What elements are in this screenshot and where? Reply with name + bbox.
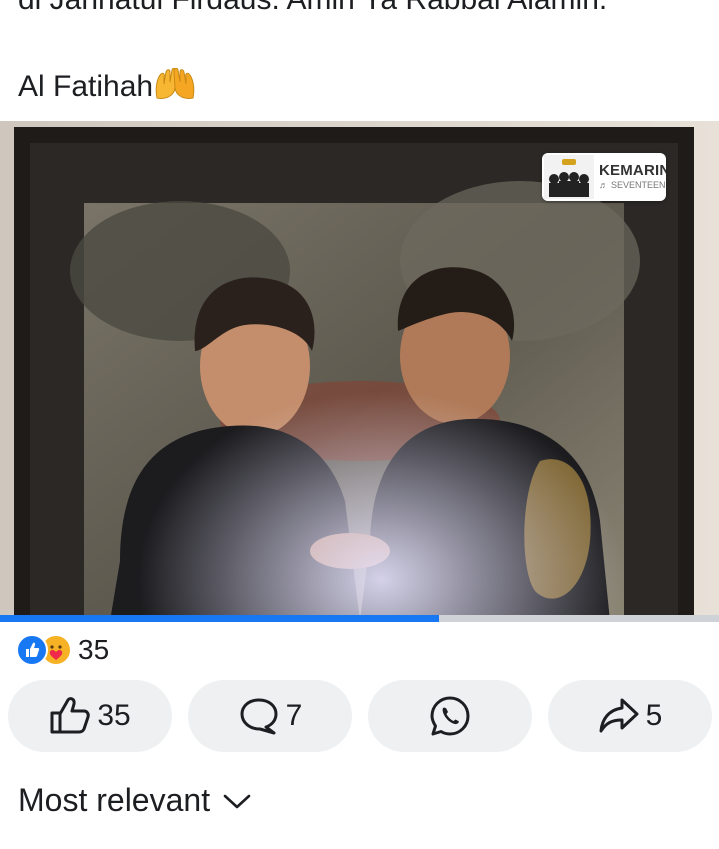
music-artist: ♬ SEVENTEEN [599, 180, 666, 190]
post-text-fatihah: Al Fatihah [18, 70, 154, 103]
share-arrow-icon [599, 698, 639, 733]
video-progress-bar[interactable] [0, 615, 719, 622]
comment-sort-label: Most relevant [18, 782, 211, 818]
whatsapp-share-button[interactable] [368, 680, 532, 752]
thumbs-up-icon [50, 697, 91, 734]
video-progress-fill [0, 615, 439, 622]
like-count: 35 [97, 699, 131, 732]
post-text-line-2: Al Fatihah [18, 68, 197, 105]
album-art-icon [544, 155, 594, 199]
like-button[interactable]: 35 [8, 680, 172, 752]
comment-count: 7 [285, 699, 303, 732]
reactions-summary[interactable]: 35 [16, 633, 109, 667]
like-reaction-icon [16, 634, 48, 666]
comment-bubble-icon [240, 698, 278, 735]
chevron-down-icon [223, 794, 251, 808]
share-count: 5 [645, 699, 663, 732]
comment-button[interactable]: 7 [188, 680, 352, 752]
post-text-line-1: di Jannatul Firdaus. Amin Ya Rabbal Alam… [18, 0, 607, 18]
whatsapp-icon [430, 696, 470, 736]
music-title: KEMARIN [599, 162, 666, 179]
music-sticker[interactable]: KEMARIN ♬ SEVENTEEN [542, 153, 666, 201]
music-artist-name: SEVENTEEN [611, 180, 666, 190]
raising-hands-emoji-icon [155, 68, 195, 99]
share-button[interactable]: 5 [548, 680, 712, 752]
music-note-icon: ♬ [599, 180, 608, 190]
comment-sort-dropdown[interactable]: Most relevant [18, 782, 252, 819]
reactions-count: 35 [78, 634, 110, 665]
